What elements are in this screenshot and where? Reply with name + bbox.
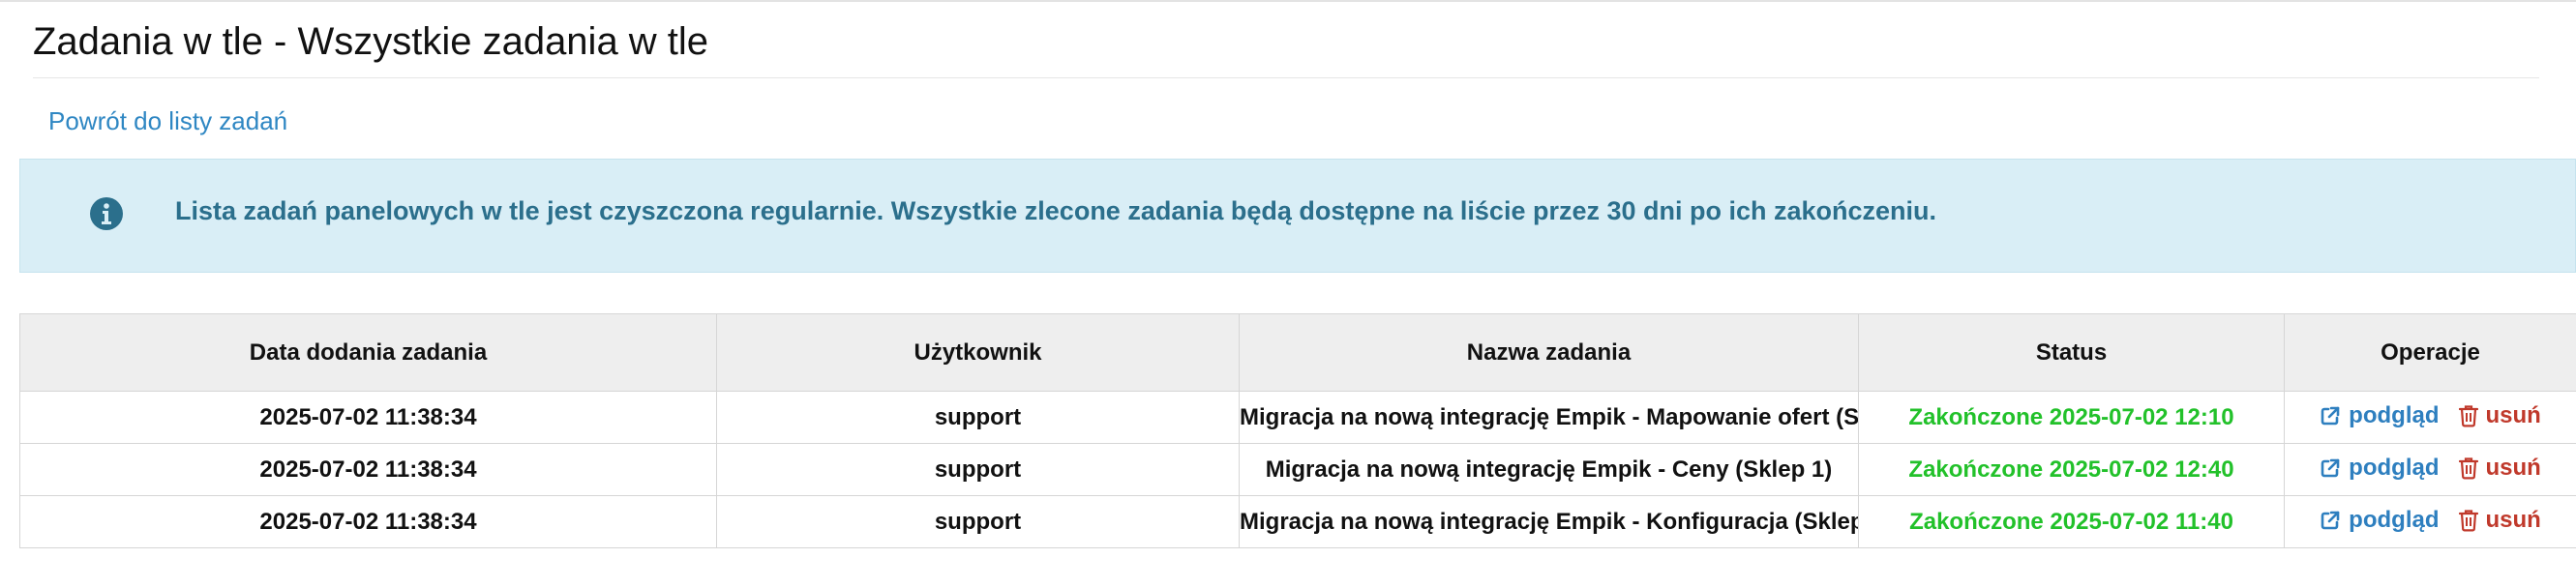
info-alert: Lista zadań panelowych w tle jest czyszc… bbox=[19, 159, 2576, 273]
cell-status: Zakończone 2025-07-02 12:10 bbox=[1858, 391, 2285, 444]
external-link-icon bbox=[2321, 458, 2340, 477]
external-link-icon bbox=[2321, 406, 2340, 425]
cell-date: 2025-07-02 11:38:34 bbox=[19, 495, 717, 548]
view-label: podgląd bbox=[2349, 506, 2440, 533]
table-row: 2025-07-02 11:38:34 support Migracja na … bbox=[19, 391, 2576, 444]
external-link-icon bbox=[2321, 511, 2340, 529]
delete-button[interactable]: usuń bbox=[2458, 506, 2541, 534]
delete-button[interactable]: usuń bbox=[2458, 401, 2541, 429]
column-header-name: Nazwa zadania bbox=[1239, 313, 1859, 392]
cell-user: support bbox=[716, 391, 1240, 444]
background-jobs-table: Data dodania zadania Użytkownik Nazwa za… bbox=[19, 313, 2576, 548]
cell-task-name: Migracja na nową integrację Empik - Ceny… bbox=[1239, 443, 1859, 496]
delete-label: usuń bbox=[2485, 506, 2541, 533]
view-button[interactable]: podgląd bbox=[2320, 401, 2440, 429]
column-header-date: Data dodania zadania bbox=[19, 313, 717, 392]
trash-icon bbox=[2458, 404, 2478, 427]
trash-icon bbox=[2458, 456, 2478, 480]
cell-task-name: Migracja na nową integrację Empik - Konf… bbox=[1239, 495, 1859, 548]
view-label: podgląd bbox=[2349, 401, 2440, 428]
cell-user: support bbox=[716, 443, 1240, 496]
trash-icon bbox=[2458, 509, 2478, 532]
info-alert-text: Lista zadań panelowych w tle jest czyszc… bbox=[175, 196, 1937, 225]
column-header-user: Użytkownik bbox=[716, 313, 1240, 392]
cell-status: Zakończone 2025-07-02 11:40 bbox=[1858, 495, 2285, 548]
page-title: Zadania w tle - Wszystkie zadania w tle bbox=[33, 20, 709, 63]
view-label: podgląd bbox=[2349, 454, 2440, 481]
view-button[interactable]: podgląd bbox=[2320, 506, 2440, 534]
cell-operations: podgląd usuń bbox=[2284, 495, 2576, 548]
cell-status: Zakończone 2025-07-02 12:40 bbox=[1858, 443, 2285, 496]
cell-task-name: Migracja na nową integrację Empik - Mapo… bbox=[1239, 391, 1859, 444]
cell-operations: podgląd usuń bbox=[2284, 391, 2576, 444]
delete-label: usuń bbox=[2485, 454, 2541, 481]
page-header: Zadania w tle - Wszystkie zadania w tle bbox=[33, 15, 2539, 78]
column-header-status: Status bbox=[1858, 313, 2285, 392]
table-header-row: Data dodania zadania Użytkownik Nazwa za… bbox=[19, 313, 2576, 392]
cell-user: support bbox=[716, 495, 1240, 548]
delete-label: usuń bbox=[2485, 401, 2541, 428]
info-circle-icon bbox=[90, 197, 123, 230]
cell-date: 2025-07-02 11:38:34 bbox=[19, 391, 717, 444]
cell-operations: podgląd usuń bbox=[2284, 443, 2576, 496]
view-button[interactable]: podgląd bbox=[2320, 454, 2440, 482]
column-header-operations: Operacje bbox=[2284, 313, 2576, 392]
table-row: 2025-07-02 11:38:34 support Migracja na … bbox=[19, 443, 2576, 496]
cell-date: 2025-07-02 11:38:34 bbox=[19, 443, 717, 496]
back-to-task-list-link[interactable]: Powrót do listy zadań bbox=[48, 104, 287, 137]
page: Zadania w tle - Wszystkie zadania w tle … bbox=[0, 0, 2576, 588]
delete-button[interactable]: usuń bbox=[2458, 454, 2541, 482]
table-row: 2025-07-02 11:38:34 support Migracja na … bbox=[19, 495, 2576, 548]
